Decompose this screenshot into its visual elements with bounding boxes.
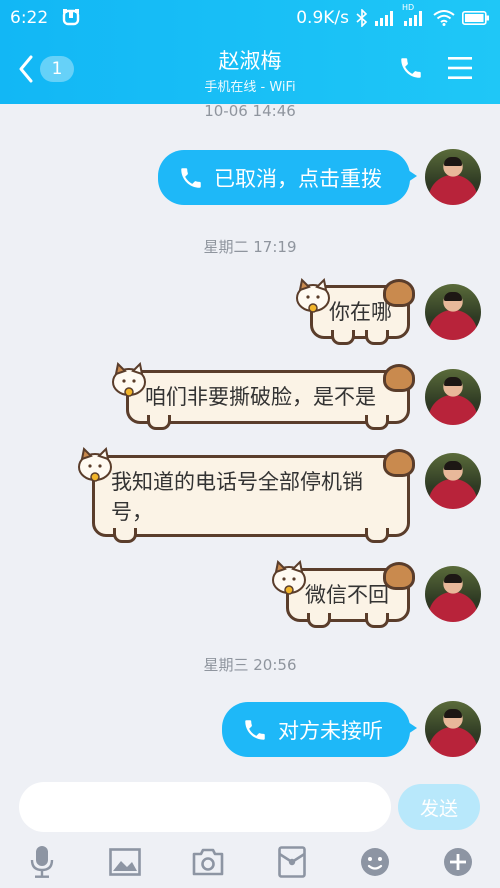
- emoji-icon[interactable]: [357, 844, 393, 880]
- avatar[interactable]: [425, 701, 481, 757]
- call-record-bubble[interactable]: 已取消，点击重拨: [158, 150, 417, 205]
- signal-icon: [375, 11, 393, 26]
- input-bar: 发送: [0, 772, 500, 832]
- call-status-text: 对方未接听: [278, 718, 383, 743]
- phone-icon: [245, 719, 265, 740]
- status-bar: 6:22 0.9K/s HD: [0, 0, 500, 34]
- message-bubble[interactable]: 我知道的电话号全部停机销号，: [92, 449, 415, 543]
- message-text: 你在哪: [329, 300, 392, 324]
- signal-hd-icon: HD: [402, 3, 426, 26]
- status-indicators: 0.9K/s HD: [296, 3, 490, 28]
- timestamp: 10-06 14:46: [204, 102, 296, 120]
- menu-button[interactable]: [446, 55, 474, 81]
- avatar[interactable]: [425, 369, 481, 425]
- chat-header: 6:22 0.9K/s HD 1 赵淑梅 手机在线 - WiFi: [0, 0, 500, 104]
- image-icon[interactable]: [107, 844, 143, 880]
- wifi-icon: [433, 10, 455, 26]
- app-notification-icon: [62, 9, 80, 26]
- message-text: 咱们非要撕破脸，是不是: [145, 385, 376, 409]
- microphone-icon[interactable]: [24, 844, 60, 880]
- cat-sticker-icon: [78, 447, 112, 482]
- call-status-text: 已取消，点击重拨: [214, 166, 382, 191]
- avatar[interactable]: [425, 453, 481, 509]
- cat-sticker-icon: [296, 278, 330, 313]
- timestamp: 星期二 17:19: [203, 238, 297, 256]
- send-button[interactable]: 发送: [398, 784, 480, 830]
- message-bubble[interactable]: 咱们非要撕破脸，是不是: [126, 364, 415, 430]
- hd-label: HD: [402, 3, 415, 12]
- camera-icon[interactable]: [190, 844, 226, 880]
- bluetooth-icon: [356, 9, 368, 27]
- red-packet-icon[interactable]: [274, 844, 310, 880]
- input-toolbar: [0, 840, 500, 884]
- battery-icon: [462, 11, 489, 25]
- status-time: 6:22: [10, 8, 49, 28]
- message-text: 微信不回: [305, 583, 389, 607]
- contact-name: 赵淑梅: [218, 49, 282, 73]
- plus-icon[interactable]: [440, 844, 476, 880]
- cat-sticker-icon: [272, 560, 306, 595]
- phone-call-button[interactable]: [398, 54, 424, 82]
- phone-icon: [181, 167, 201, 188]
- avatar[interactable]: [425, 284, 481, 340]
- timestamp: 星期三 20:56: [203, 656, 297, 674]
- avatar[interactable]: [425, 149, 481, 205]
- message-input[interactable]: [19, 782, 391, 832]
- message-text: 我知道的电话号全部停机销号，: [111, 470, 363, 524]
- call-record-bubble[interactable]: 对方未接听: [222, 702, 417, 757]
- cat-sticker-icon: [112, 362, 146, 397]
- network-speed: 0.9K/s: [296, 8, 349, 28]
- contact-status: 手机在线 - WiFi: [204, 80, 296, 95]
- avatar[interactable]: [425, 566, 481, 622]
